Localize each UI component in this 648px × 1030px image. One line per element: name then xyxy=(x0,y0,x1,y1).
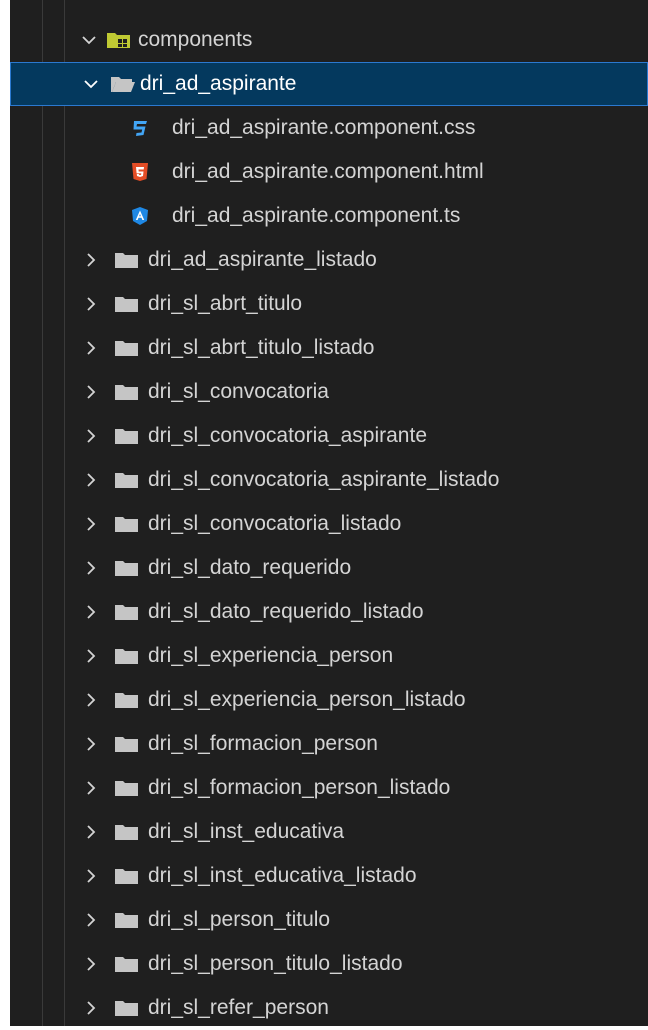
tree-item-label: dri_sl_convocatoria_listado xyxy=(148,512,402,535)
tree-item-label: dri_sl_person_titulo xyxy=(148,908,331,931)
tree-item-label: dri_ad_aspirante xyxy=(140,72,297,95)
folder-icon xyxy=(114,514,140,534)
folder-icon xyxy=(114,954,140,974)
folder-icon xyxy=(114,690,140,710)
folder-icon xyxy=(114,470,140,490)
chevron-down-icon xyxy=(80,31,98,49)
tree-item-components[interactable]: components xyxy=(10,18,648,62)
folder-open-icon xyxy=(110,74,136,94)
tree-item-folder[interactable]: dri_sl_abrt_titulo_listado xyxy=(10,326,648,370)
folder-icon xyxy=(114,382,140,402)
chevron-right-icon xyxy=(82,383,100,401)
folder-icon xyxy=(114,734,140,754)
tree-item-label: dri_sl_inst_educativa_listado xyxy=(148,864,417,887)
tree-item-folder[interactable]: dri_sl_person_titulo xyxy=(10,898,648,942)
tree-item-folder[interactable]: dri_sl_dato_requerido_listado xyxy=(10,590,648,634)
tree-item-label: components xyxy=(138,28,253,51)
tree-item-folder[interactable]: dri_sl_convocatoria_aspirante xyxy=(10,414,648,458)
tree-item-label: dri_sl_dato_requerido xyxy=(148,556,352,579)
file-item-html[interactable]: dri_ad_aspirante.component.html xyxy=(10,150,648,194)
chevron-right-icon xyxy=(82,295,100,313)
tree-item-folder[interactable]: dri_sl_convocatoria_aspirante_listado xyxy=(10,458,648,502)
folder-icon xyxy=(114,910,140,930)
chevron-right-icon xyxy=(82,603,100,621)
tree-item-label: dri_sl_convocatoria_aspirante xyxy=(148,424,427,447)
file-label: dri_ad_aspirante.component.html xyxy=(172,160,484,183)
tree-item-label: dri_sl_abrt_titulo_listado xyxy=(148,336,375,359)
tree-item-folder[interactable]: dri_sl_dato_requerido xyxy=(10,546,648,590)
folder-icon xyxy=(114,602,140,622)
tree-item-label: dri_sl_dato_requerido_listado xyxy=(148,600,424,623)
chevron-right-icon xyxy=(82,471,100,489)
folder-icon xyxy=(114,998,140,1018)
tree-item-label: dri_ad_aspirante_listado xyxy=(148,248,377,271)
chevron-right-icon xyxy=(82,251,100,269)
folder-icon xyxy=(114,294,140,314)
chevron-right-icon xyxy=(82,339,100,357)
folder-icon xyxy=(114,646,140,666)
chevron-right-icon xyxy=(82,867,100,885)
file-label: dri_ad_aspirante.component.ts xyxy=(172,204,461,227)
folder-icon xyxy=(114,778,140,798)
tree-item-folder[interactable]: dri_sl_inst_educativa xyxy=(10,810,648,854)
folder-icon xyxy=(114,866,140,886)
tree-item-folder[interactable]: dri_sl_inst_educativa_listado xyxy=(10,854,648,898)
tree-item-folder[interactable]: dri_ad_aspirante_listado xyxy=(10,238,648,282)
file-item-css[interactable]: dri_ad_aspirante.component.css xyxy=(10,106,648,150)
chevron-right-icon xyxy=(82,647,100,665)
chevron-right-icon xyxy=(82,559,100,577)
tree-item-label: dri_sl_formacion_person xyxy=(148,732,378,755)
tree-item-folder[interactable]: dri_sl_experiencia_person xyxy=(10,634,648,678)
tree-item-label: dri_sl_experiencia_person_listado xyxy=(148,688,466,711)
components-folder-icon xyxy=(106,30,132,50)
chevron-right-icon xyxy=(82,735,100,753)
folder-icon xyxy=(114,250,140,270)
tree-item-label: dri_sl_convocatoria xyxy=(148,380,329,403)
file-explorer-tree: components dri_ad_aspirante dri_ad_aspir… xyxy=(10,0,648,1026)
tree-item-folder[interactable]: dri_sl_person_titulo_listado xyxy=(10,942,648,986)
tree-item-label: dri_sl_refer_person xyxy=(148,996,329,1019)
tree-item-folder[interactable]: dri_sl_formacion_person_listado xyxy=(10,766,648,810)
tree-item-label: dri_sl_person_titulo_listado xyxy=(148,952,403,975)
chevron-right-icon xyxy=(82,427,100,445)
tree-item-folder[interactable]: dri_sl_convocatoria xyxy=(10,370,648,414)
tree-item-label: dri_sl_experiencia_person xyxy=(148,644,394,667)
tree-item-label: dri_sl_formacion_person_listado xyxy=(148,776,451,799)
chevron-right-icon xyxy=(82,911,100,929)
chevron-right-icon xyxy=(82,823,100,841)
chevron-right-icon xyxy=(82,955,100,973)
folder-icon xyxy=(114,338,140,358)
chevron-right-icon xyxy=(82,691,100,709)
tree-item-label: dri_sl_convocatoria_aspirante_listado xyxy=(148,468,500,491)
chevron-right-icon xyxy=(82,779,100,797)
tree-item-folder[interactable]: dri_sl_abrt_titulo xyxy=(10,282,648,326)
tree-item-folder[interactable]: dri_sl_formacion_person xyxy=(10,722,648,766)
tree-item-folder[interactable]: dri_sl_refer_person xyxy=(10,986,648,1030)
tree-item-dri-ad-aspirante[interactable]: dri_ad_aspirante xyxy=(10,62,648,106)
tree-item-folder[interactable]: dri_sl_experiencia_person_listado xyxy=(10,678,648,722)
tree-item-label: dri_sl_abrt_titulo xyxy=(148,292,303,315)
file-label: dri_ad_aspirante.component.css xyxy=(172,116,476,139)
tree-item-folder[interactable]: dri_sl_convocatoria_listado xyxy=(10,502,648,546)
chevron-down-icon xyxy=(82,75,100,93)
css-file-icon xyxy=(130,118,150,138)
file-item-ts[interactable]: dri_ad_aspirante.component.ts xyxy=(10,194,648,238)
folder-icon xyxy=(114,558,140,578)
tree-item-label: dri_sl_inst_educativa xyxy=(148,820,345,843)
html-file-icon xyxy=(130,162,150,182)
folder-icon xyxy=(114,822,140,842)
folder-icon xyxy=(114,426,140,446)
chevron-right-icon xyxy=(82,999,100,1017)
angular-file-icon xyxy=(130,206,150,226)
chevron-right-icon xyxy=(82,515,100,533)
